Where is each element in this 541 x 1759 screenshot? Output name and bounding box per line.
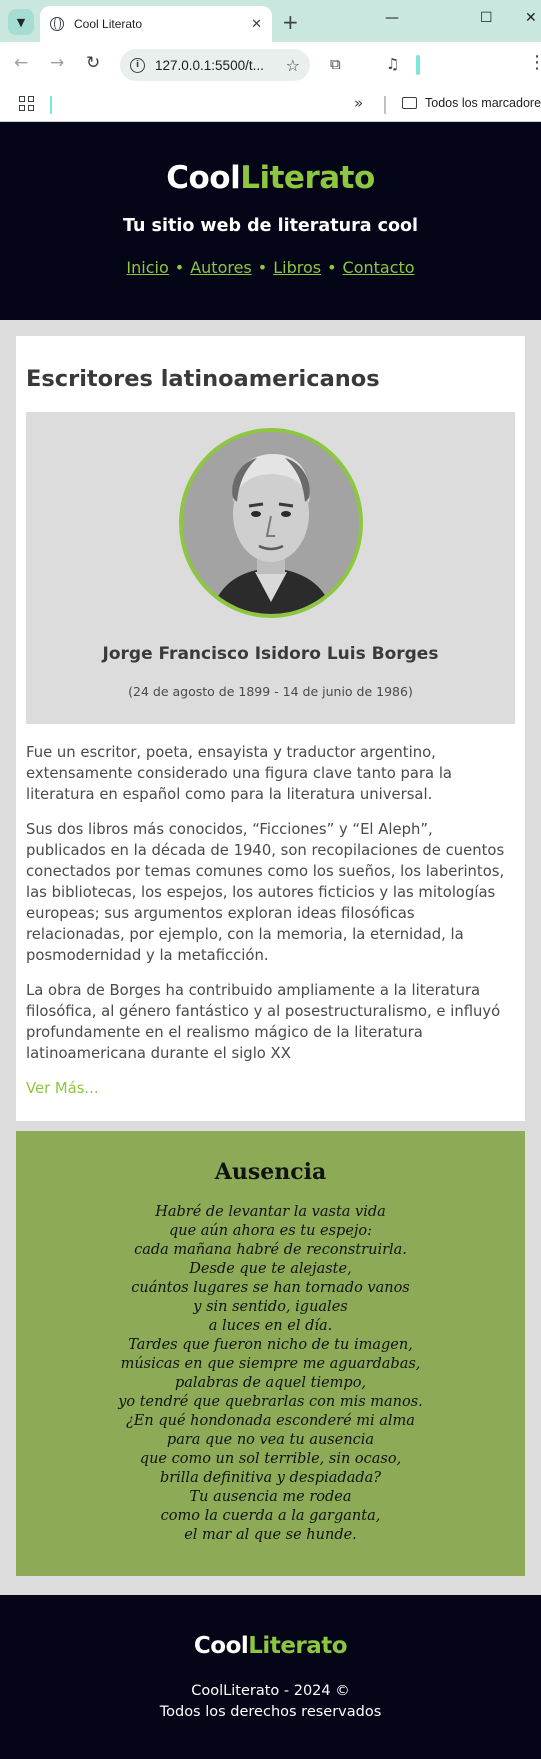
poem-line: Tu ausencia me rodea	[189, 1489, 352, 1505]
footer-copyright: CoolLiterato - 2024 ©	[191, 1683, 350, 1699]
nav-separator: •	[174, 258, 185, 277]
poem-section: Ausencia Habré de levantar la vasta vida…	[16, 1131, 525, 1576]
logo-text-green: Literato	[248, 1633, 348, 1659]
site-info-icon[interactable]: i	[130, 57, 145, 73]
browser-toolbar: ← → ↻ i 127.0.0.1:5500/t... ☆ ⧉ ♫ ⋮	[0, 42, 541, 88]
poem-line: Habré de levantar la vasta vida	[155, 1204, 386, 1220]
bookmarks-divider	[384, 96, 386, 114]
tab-strip: ▼ Cool Literato ✕ + — ☐ ✕	[0, 0, 541, 42]
address-bar[interactable]: i 127.0.0.1:5500/t... ☆	[120, 49, 310, 81]
poem-line: músicas en que siempre me aguardabas,	[120, 1356, 421, 1372]
author-portrait	[178, 428, 363, 618]
close-icon[interactable]: ✕	[251, 17, 262, 32]
nav-separator: •	[327, 258, 337, 277]
section-heading: Escritores latinoamericanos	[26, 366, 380, 392]
chevron-down-icon: ▼	[16, 15, 26, 29]
bookmarks-overflow-icon[interactable]: »	[354, 94, 363, 112]
poem-line: cuántos lugares se han tornado vanos	[131, 1280, 410, 1296]
folder-icon	[402, 97, 417, 109]
extensions-icon[interactable]: ⧉	[330, 55, 341, 73]
nav-link-autores[interactable]: Autores	[190, 258, 252, 277]
poem-line: ¿En qué hondonada esconderé mi alma	[126, 1413, 415, 1429]
poem-line: cada mañana habré de reconstruirla.	[134, 1242, 407, 1258]
logo-text-white: Cool	[166, 160, 241, 196]
bookmark-star-icon[interactable]: ☆	[286, 56, 300, 75]
bookmarks-bar: » Todos los marcadores	[0, 88, 541, 122]
poem-line: Tardes que fueron nicho de tu imagen,	[128, 1337, 413, 1353]
see-more-link[interactable]: Ver Más...	[26, 1080, 99, 1097]
author-dates: (24 de agosto de 1899 - 14 de junio de 1…	[128, 684, 413, 699]
poem-line: como la cuerda a la garganta,	[160, 1508, 381, 1524]
minimize-icon[interactable]: —	[385, 10, 399, 26]
browser-tab[interactable]: Cool Literato ✕	[40, 6, 272, 42]
poem-line: palabras de aquel tiempo,	[174, 1375, 367, 1391]
site-logo[interactable]: CoolLiterato	[0, 160, 541, 196]
media-control-icon[interactable]: ♫	[386, 55, 399, 73]
bio-paragraph: Fue un escritor, poeta, ensayista y trad…	[26, 744, 452, 803]
poem-line: que aún ahora es tu espejo:	[168, 1223, 373, 1239]
poem-line: que como un sol terrible, sin ocaso,	[139, 1451, 402, 1467]
main-nav: Inicio • Autores • Libros • Contacto	[0, 258, 541, 277]
site-header: CoolLiterato Tu sitio web de literatura …	[0, 122, 541, 320]
poem-lines: Habré de levantar la vasta vida que aún …	[16, 1203, 525, 1545]
bio-paragraph: La obra de Borges ha contribuido ampliam…	[26, 982, 501, 1062]
profile-indicator[interactable]	[416, 55, 420, 75]
poem-line: brilla definitiva y despiadada?	[159, 1470, 382, 1486]
portrait-illustration	[182, 432, 359, 614]
footer-rights: Todos los derechos reservados	[159, 1704, 382, 1720]
forward-icon[interactable]: →	[50, 53, 64, 73]
poem-title: Ausencia	[214, 1159, 327, 1185]
poem-line: para que no vea tu ausencia	[166, 1432, 375, 1448]
globe-icon	[50, 17, 64, 31]
all-bookmarks-link[interactable]: Todos los marcadores	[425, 96, 541, 110]
poem-line: el mar al que se hunde.	[184, 1527, 357, 1543]
poem-line: a luces en el día.	[208, 1318, 333, 1334]
poem-line: y sin sentido, iguales	[193, 1299, 348, 1315]
writers-section: Escritores latinoamericanos Jorge Franci…	[16, 336, 525, 1121]
nav-separator: •	[257, 258, 268, 277]
browser-chrome: ▼ Cool Literato ✕ + — ☐ ✕ ← → ↻ i 127.0.…	[0, 0, 541, 122]
poem-line: yo tendré que quebrarlas con mis manos.	[118, 1394, 423, 1410]
reload-icon[interactable]: ↻	[86, 53, 100, 73]
nav-link-libros[interactable]: Libros	[273, 258, 321, 277]
nav-link-contacto[interactable]: Contacto	[343, 258, 415, 277]
site-tagline: Tu sitio web de literatura cool	[122, 216, 419, 236]
menu-icon[interactable]: ⋮	[528, 52, 541, 73]
footer-logo[interactable]: CoolLiterato	[0, 1633, 541, 1659]
url-text: 127.0.0.1:5500/t...	[155, 57, 264, 73]
author-profile-card: Jorge Francisco Isidoro Luis Borges (24 …	[26, 412, 515, 724]
maximize-icon[interactable]: ☐	[480, 10, 493, 26]
apps-icon[interactable]	[19, 96, 34, 111]
new-tab-button[interactable]: +	[282, 10, 299, 34]
nav-link-inicio[interactable]: Inicio	[126, 258, 168, 277]
author-bio: Fue un escritor, poeta, ensayista y trad…	[26, 742, 515, 1064]
logo-text-white: Cool	[193, 1633, 249, 1659]
tab-search-button[interactable]: ▼	[8, 9, 34, 35]
logo-text-green: Literato	[240, 160, 375, 196]
window-close-icon[interactable]: ✕	[525, 10, 537, 26]
author-name: Jorge Francisco Isidoro Luis Borges	[102, 644, 439, 664]
tab-title: Cool Literato	[74, 17, 143, 31]
bio-paragraph: Sus dos libros más conocidos, “Ficciones…	[26, 821, 505, 964]
site-footer: CoolLiterato CoolLiterato - 2024 © Todos…	[0, 1595, 541, 1759]
bookmarks-divider	[50, 96, 52, 114]
back-icon[interactable]: ←	[14, 53, 28, 73]
page: CoolLiterato Tu sitio web de literatura …	[0, 122, 541, 1759]
poem-line: Desde que te alejaste,	[189, 1261, 352, 1277]
